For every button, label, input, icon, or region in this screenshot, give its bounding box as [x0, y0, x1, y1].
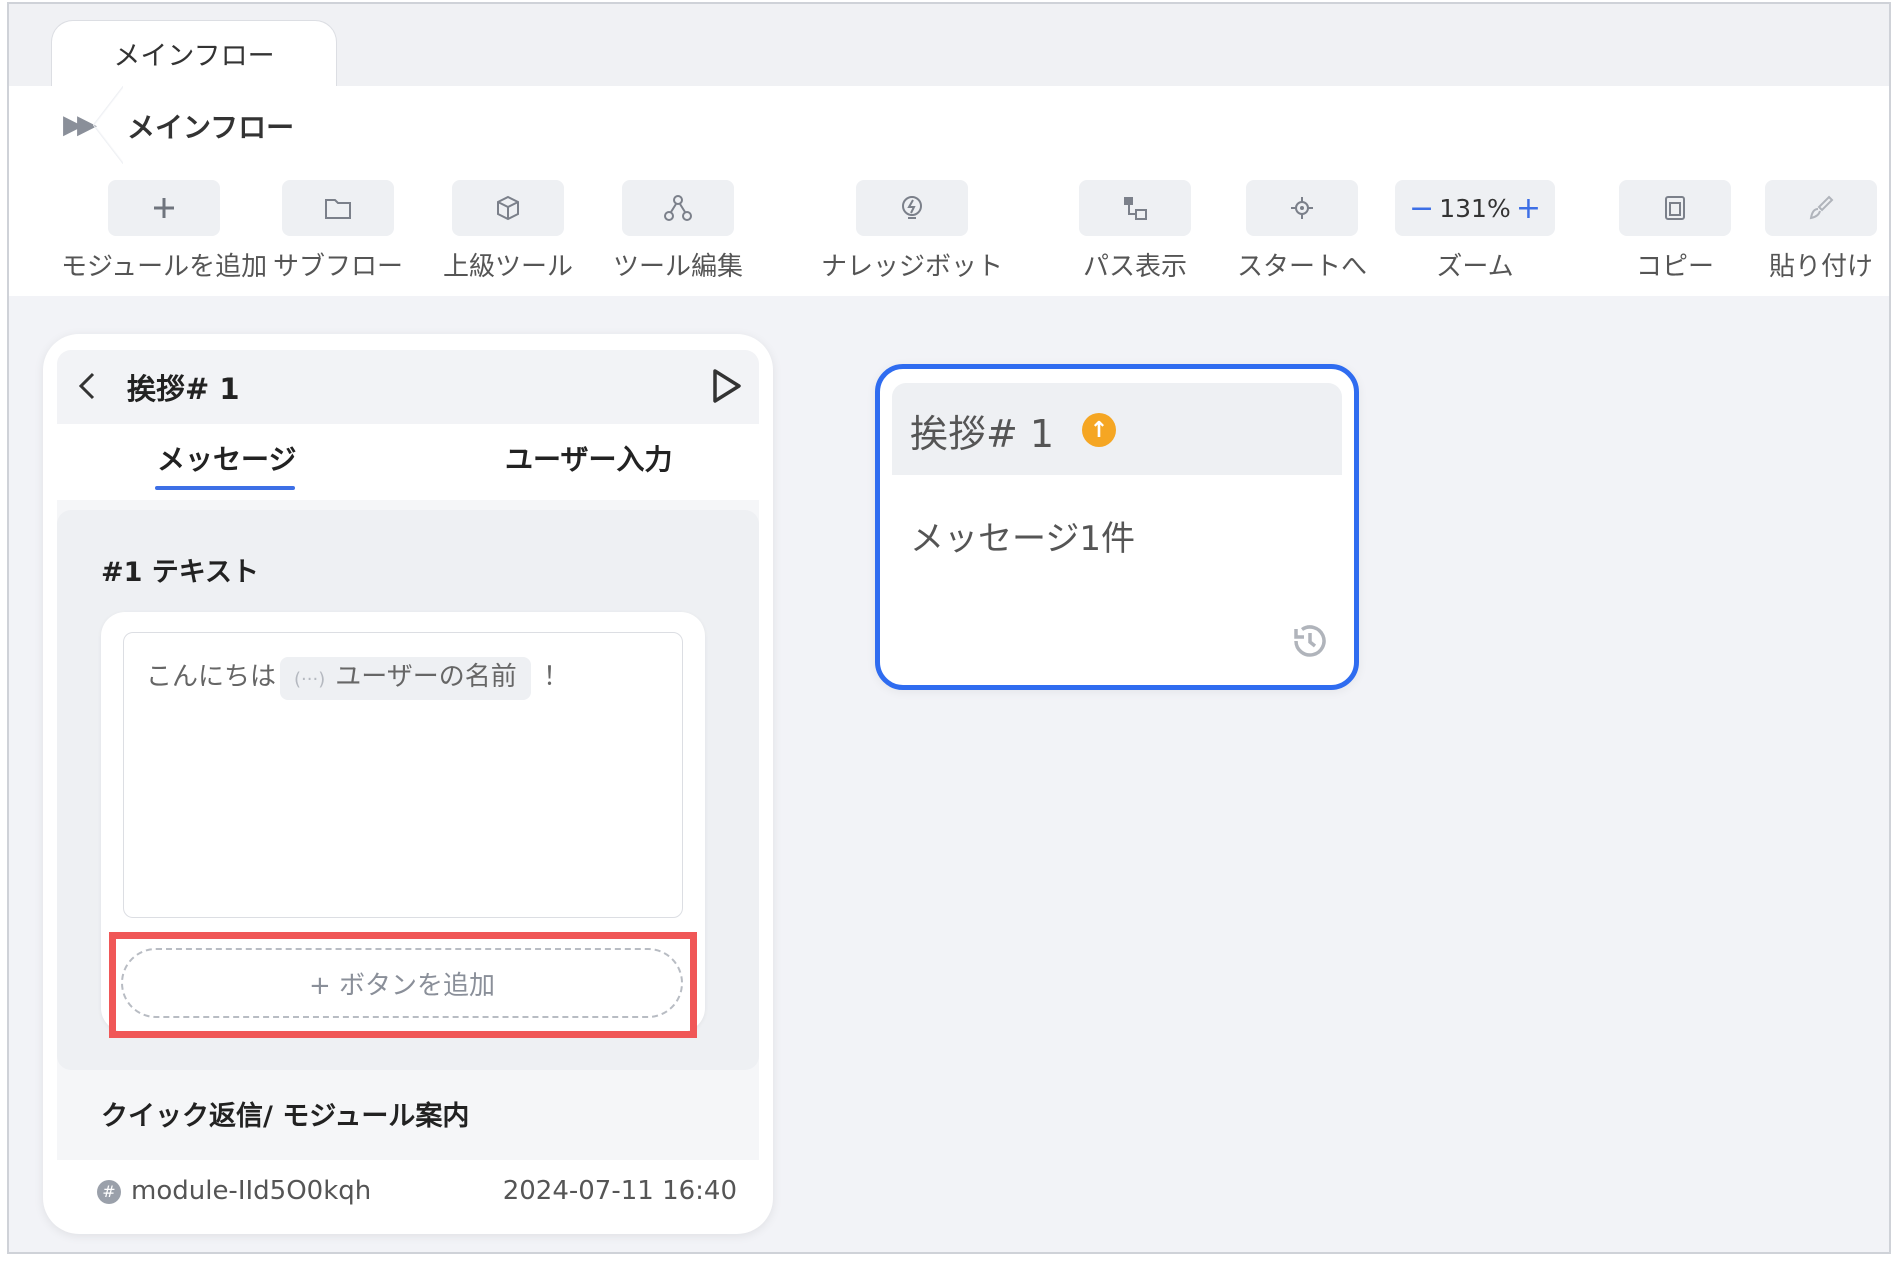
breadcrumb: ▶▶ メインフロー: [9, 86, 1889, 164]
add-module-button[interactable]: モジュールを追加: [61, 180, 267, 283]
zoom-in-button[interactable]: +: [1516, 191, 1541, 226]
node-header: 挨拶# 1 ↑: [892, 383, 1342, 475]
path-icon: [1124, 197, 1147, 220]
tool-edit-button[interactable]: ツール編集: [613, 180, 743, 283]
cube-icon: [497, 195, 519, 221]
crosshair-icon: [1291, 197, 1313, 219]
tab-main-flow[interactable]: メインフロー: [51, 20, 337, 86]
copy-button[interactable]: コピー: [1619, 180, 1731, 283]
copy-icon: [1665, 196, 1685, 220]
panel-header: 挨拶# 1: [57, 350, 759, 424]
subflow-button[interactable]: サブフロー: [273, 180, 403, 283]
text-suffix: ！: [542, 662, 569, 692]
message-text-area[interactable]: こんにちは (···) ユーザーの名前 ！: [123, 632, 683, 918]
hierarchy-icon: [664, 195, 692, 221]
panel-title: 挨拶# 1: [127, 372, 240, 406]
advanced-tools-button[interactable]: 上級ツール: [443, 180, 573, 283]
tab-message[interactable]: メッセージ: [157, 438, 296, 478]
node-subtitle: メッセージ1件: [910, 519, 1135, 559]
message-label: #1 テキスト: [101, 557, 259, 588]
zoom-value: 131%: [1439, 193, 1511, 223]
paste-button[interactable]: 貼り付け: [1765, 180, 1877, 283]
plus-icon: [154, 198, 175, 218]
module-editor-panel: 挨拶# 1 メッセージ ユーザー入力 #1 テキスト こんにちは (···) ユーザ…: [43, 334, 773, 1234]
lightning-bulb-icon: [902, 196, 922, 219]
path-view-button[interactable]: パス表示: [1079, 180, 1191, 283]
breadcrumb-separator: [93, 86, 123, 164]
zoom-control: − 131% + ズーム: [1395, 180, 1555, 283]
variable-chip[interactable]: (···) ユーザーの名前: [280, 657, 531, 700]
folder-icon: [325, 199, 351, 219]
hash-icon: #: [97, 1179, 121, 1204]
module-id: module-IId5O0kqh: [131, 1176, 372, 1206]
tab-bar: メインフロー: [9, 4, 1889, 86]
variable-icon: (···): [294, 669, 326, 690]
back-chevron-icon[interactable]: [75, 368, 99, 404]
knowledge-bot-button[interactable]: ナレッジボット: [821, 180, 1003, 283]
message-editor: こんにちは (···) ユーザーの名前 ！ + ボタンを追加: [101, 612, 705, 1038]
zoom-out-button[interactable]: −: [1409, 191, 1434, 226]
toolbar: モジュールを追加 サブフロー 上級ツール ツール編集 ナレッジボット パス表示 …: [9, 164, 1889, 296]
add-button-button[interactable]: + ボタンを追加: [121, 948, 683, 1018]
panel-tabs: メッセージ ユーザー入力: [57, 424, 759, 500]
breadcrumb-title: メインフロー: [127, 111, 295, 144]
message-card: #1 テキスト こんにちは (···) ユーザーの名前 ！ + ボタンを追加: [57, 510, 759, 1070]
play-icon[interactable]: [709, 366, 743, 406]
app-window: メインフロー ▶▶ メインフロー モジュールを追加 サブフロー 上級ツール ツー…: [7, 2, 1891, 1254]
text-prefix: こんにちは: [146, 662, 277, 692]
timestamp: 2024-07-11 16:40: [502, 1176, 737, 1206]
active-tab-indicator: [155, 486, 295, 490]
quick-reply-label: クイック返信/ モジュール案内: [101, 1101, 470, 1132]
brush-icon: [1809, 195, 1834, 220]
double-chevron-right-icon[interactable]: ▶▶: [63, 110, 97, 140]
flow-node-greeting[interactable]: 挨拶# 1 ↑ メッセージ1件: [875, 364, 1359, 690]
module-meta: # module-IId5O0kqh 2024-07-11 16:40: [97, 1176, 737, 1206]
node-title: 挨拶# 1: [910, 412, 1055, 456]
to-start-button[interactable]: スタートへ: [1237, 180, 1367, 283]
tab-user-input[interactable]: ユーザー入力: [505, 438, 672, 478]
arrow-up-badge-icon: ↑: [1082, 413, 1116, 447]
history-icon[interactable]: [1286, 617, 1334, 665]
